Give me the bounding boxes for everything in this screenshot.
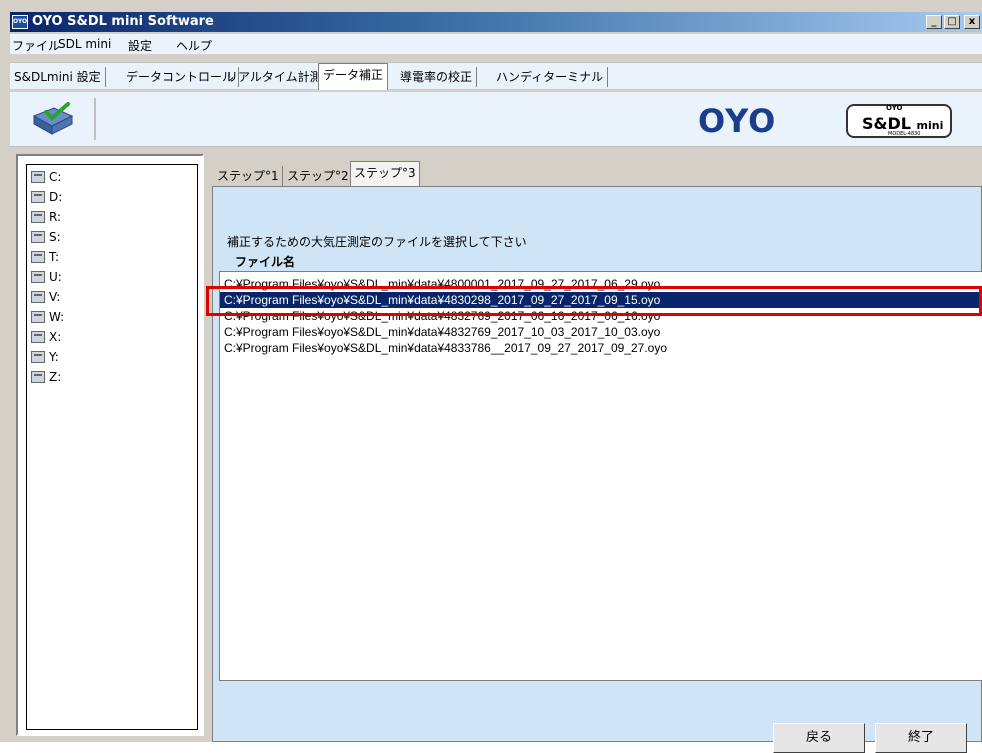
tab-step-3[interactable]: ステップ°3 [350,161,420,186]
drive-item-v[interactable]: V: [31,289,60,309]
menu-settings[interactable]: 設定 [128,37,152,54]
finish-button[interactable]: 終了 [875,723,967,753]
drive-item-t[interactable]: T: [31,249,59,269]
file-row[interactable]: C:¥Program Files¥oyo¥S&DL_min¥data¥48327… [220,324,982,340]
sdl-mini-logo: OYO S&DL mini MODEL-4830 [846,104,952,138]
file-row[interactable]: C:¥Program Files¥oyo¥S&DL_min¥data¥48327… [220,308,982,324]
drive-label: Z: [49,370,62,384]
sdl-logo-top: OYO [886,104,903,112]
drive-icon [31,231,45,243]
drive-item-z[interactable]: Z: [31,369,61,389]
toolbar: OYO OYO S&DL mini MODEL-4830 [10,92,982,147]
drive-icon [31,191,45,203]
tray-check-icon[interactable] [32,102,74,136]
drive-icon [31,351,45,363]
back-button[interactable]: 戻る [773,723,865,753]
drive-item-c[interactable]: C: [31,169,61,189]
drive-list-panel: C: D: R: S: T: U: V: W: X: Y: Z: [16,154,204,736]
drive-icon [31,211,45,223]
file-row[interactable]: C:¥Program Files¥oyo¥S&DL_min¥data¥48337… [220,340,982,356]
sdl-logo-mini: mini [916,119,944,132]
drive-item-y[interactable]: Y: [31,349,59,369]
drive-label: T: [49,250,60,264]
drive-item-r[interactable]: R: [31,209,61,229]
drive-label: R: [49,210,62,224]
drive-item-x[interactable]: X: [31,329,61,349]
menu-file[interactable]: ファイル [12,37,60,54]
tab-step-1[interactable]: ステップ°1 [214,166,283,186]
drive-label: V: [49,290,61,304]
window-title: OYO S&DL mini Software [32,14,214,29]
title-bar[interactable]: OYO OYO S&DL mini Software _ □ x [10,12,982,32]
maximize-button[interactable]: □ [944,15,960,29]
drive-icon [31,291,45,303]
sdl-logo-model: MODEL-4830 [888,131,921,137]
drive-item-u[interactable]: U: [31,269,62,289]
drive-label: C: [49,170,62,184]
tab-sdl-settings[interactable]: S&DLmini 設定 [10,67,106,87]
drive-icon [31,311,45,323]
app-window: OYO OYO S&DL mini Software _ □ x ファイル SD… [0,0,982,753]
file-row-selected[interactable]: C:¥Program Files¥oyo¥S&DL_min¥data¥48302… [220,292,982,308]
oyo-logo: OYO [698,102,777,140]
drive-label: U: [49,270,62,284]
tab-realtime[interactable]: リアルタイム計測 [222,67,327,87]
drive-label: Y: [49,350,59,364]
menu-sdl-mini[interactable]: SDL mini [58,37,111,51]
drive-icon [31,331,45,343]
drive-label: S: [49,230,61,244]
drive-label: D: [49,190,63,204]
menu-help[interactable]: ヘルプ [176,37,212,54]
toolbar-separator [94,98,96,140]
tab-handy-terminal[interactable]: ハンディターミナル [492,67,609,87]
drive-icon [31,171,45,183]
minimize-button[interactable]: _ [926,15,942,29]
tab-step-2[interactable]: ステップ°2 [284,166,353,186]
drive-icon [31,271,45,283]
drive-icon [31,251,45,263]
drive-label: X: [49,330,62,344]
drive-item-s[interactable]: S: [31,229,61,249]
drive-item-w[interactable]: W: [31,309,64,329]
correction-panel: ステップ°1 ステップ°2 ステップ°3 補正するための大気圧測定のファイルを選… [206,154,982,753]
main-tab-bar: S&DLmini 設定 データコントロール リアルタイム計測 データ補正 導電率… [10,62,982,90]
file-row[interactable]: C:¥Program Files¥oyo¥S&DL_min¥data¥48000… [220,276,982,292]
drive-label: W: [49,310,65,324]
tab-data-correction[interactable]: データ補正 [318,63,389,90]
tab-conductivity-calibration[interactable]: 導電率の校正 [396,67,478,87]
close-button[interactable]: x [964,15,980,29]
app-icon: OYO [12,15,28,29]
menu-bar: ファイル SDL mini 設定 ヘルプ [10,34,982,54]
file-name-column-header[interactable]: ファイル名 [235,253,295,270]
instruction-text: 補正するための大気圧測定のファイルを選択して下さい [227,235,527,249]
drive-list[interactable]: C: D: R: S: T: U: V: W: X: Y: Z: [26,164,198,730]
step-3-page: 補正するための大気圧測定のファイルを選択して下さい ファイル名 C:¥Progr… [212,186,982,753]
drive-icon [31,371,45,383]
drive-item-d[interactable]: D: [31,189,62,209]
file-list[interactable]: C:¥Program Files¥oyo¥S&DL_min¥data¥48000… [219,271,982,681]
